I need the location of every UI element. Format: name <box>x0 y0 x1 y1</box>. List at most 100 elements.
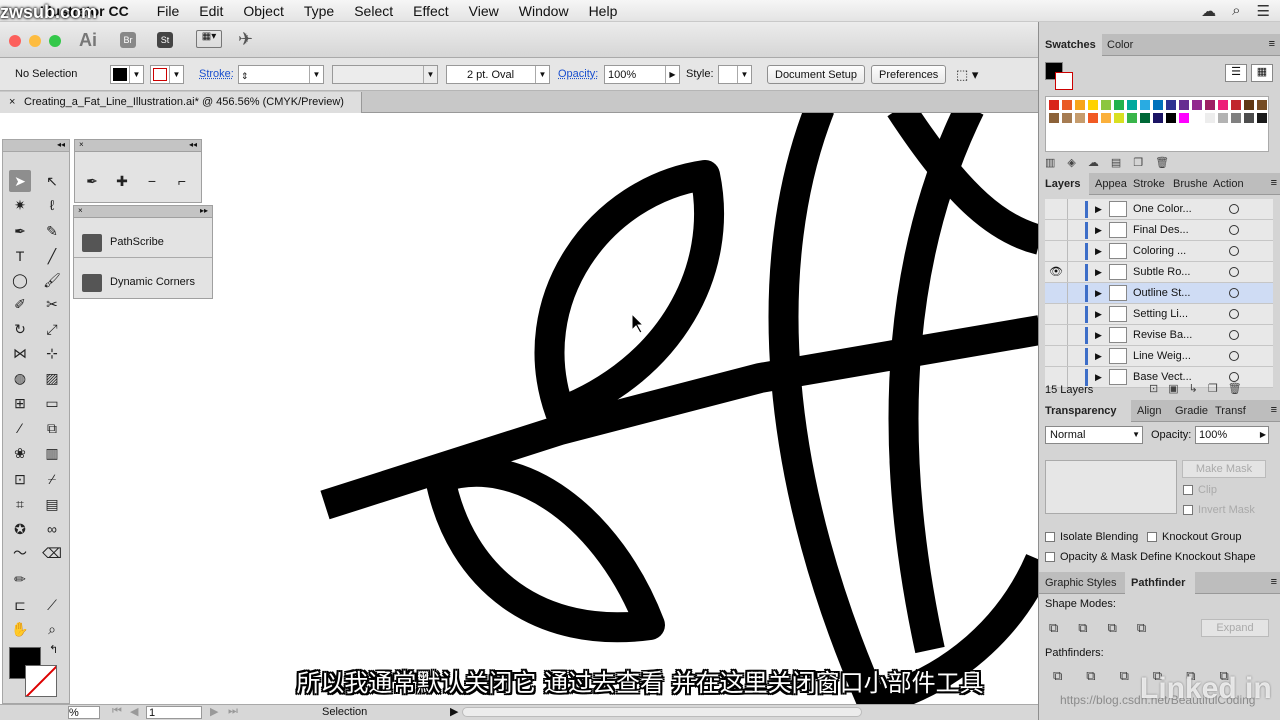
swatch-chip[interactable] <box>1113 112 1125 124</box>
align-options-icon[interactable]: ⬚ ▾ <box>956 65 978 84</box>
menu-help[interactable]: Help <box>589 3 618 19</box>
lock-toggle[interactable] <box>1067 283 1081 303</box>
expand-triangle-icon[interactable]: ▶ <box>1095 262 1102 283</box>
brush-definition-dropdown[interactable]: 2 pt. Oval ▼ <box>446 65 550 84</box>
swatch-chip[interactable] <box>1100 112 1112 124</box>
swatch-chip[interactable] <box>1243 99 1255 111</box>
document-tab[interactable]: × Creating_a_Fat_Line_Illustration.ai* @… <box>0 92 362 113</box>
tools-panel-header[interactable]: ◂◂ <box>3 140 69 152</box>
tab-actions[interactable]: Action <box>1207 173 1253 195</box>
swatch-chip[interactable] <box>1178 99 1190 111</box>
document-setup-button[interactable]: Document Setup <box>767 65 865 84</box>
pen-tool-icon[interactable]: ✒ <box>9 220 31 242</box>
blend-mode-dropdown[interactable]: Normal ▼ <box>1045 426 1143 444</box>
cc-libraries-icon[interactable]: ☁ <box>1088 157 1111 169</box>
magic-wand-tool-icon[interactable]: ✷ <box>9 194 31 216</box>
swatch-chip[interactable] <box>1191 99 1203 111</box>
graphic-style-dropdown[interactable]: ▼ <box>718 65 752 84</box>
thumbnail-view-icon[interactable]: ▦ <box>1251 64 1273 82</box>
swatch-chip[interactable] <box>1165 99 1177 111</box>
blob-brush-tool-icon[interactable]: ✐ <box>9 293 31 315</box>
variable-width-profile[interactable]: ▼ <box>332 65 438 84</box>
pen-tool-icon[interactable]: ✒ <box>81 170 103 192</box>
target-circle-icon[interactable] <box>1229 225 1239 235</box>
status-menu-arrow[interactable]: ▶ <box>450 705 458 718</box>
width-tool-icon[interactable]: ⋈ <box>9 342 31 364</box>
expand-triangle-icon[interactable]: ▶ <box>1095 325 1102 346</box>
menu-object[interactable]: Object <box>243 3 283 19</box>
minus-front-icon[interactable]: ⧉ <box>1078 620 1107 635</box>
menu-select[interactable]: Select <box>354 3 393 19</box>
delete-swatch-icon[interactable]: 🗑 <box>1155 157 1181 169</box>
tab-align[interactable]: Align <box>1131 400 1169 422</box>
tab-transparency[interactable]: Transparency <box>1039 400 1131 422</box>
opacity-field[interactable]: 100% ▶ <box>604 65 680 84</box>
new-layer-icon[interactable]: ❐ <box>1208 383 1228 395</box>
panel-menu-icon[interactable]: ≡ <box>1269 38 1275 50</box>
menu-file[interactable]: File <box>157 3 180 19</box>
anchor-point-tool-icon[interactable]: ⌐ <box>171 170 193 192</box>
expand-triangle-icon[interactable]: ▶ <box>1095 241 1102 262</box>
lock-toggle[interactable] <box>1067 304 1081 324</box>
tab-swatches[interactable]: Swatches <box>1039 34 1102 56</box>
layer-row[interactable]: ▶ Coloring ... <box>1045 241 1273 262</box>
ruler-tool-icon[interactable]: ▤ <box>41 493 63 515</box>
pathscribe-tool[interactable]: PathScribe <box>74 228 212 258</box>
target-circle-icon[interactable] <box>1229 267 1239 277</box>
swatch-chip[interactable] <box>1204 112 1216 124</box>
swatch-chip[interactable] <box>1152 112 1164 124</box>
swatch-chip[interactable] <box>1191 112 1203 124</box>
layer-row[interactable]: 👁 ▶ Subtle Ro... <box>1045 262 1273 283</box>
smooth-tool-icon[interactable]: 〜 <box>9 542 31 564</box>
clip-checkbox[interactable]: Clip <box>1183 484 1217 496</box>
menu-type[interactable]: Type <box>304 3 334 19</box>
lock-toggle[interactable] <box>1067 346 1081 366</box>
swatch-chip[interactable] <box>1113 99 1125 111</box>
invert-mask-checkbox[interactable]: Invert Mask <box>1183 504 1255 516</box>
panel-menu-icon[interactable]: ≡ <box>1271 404 1277 416</box>
symbol-sprayer-tool-icon[interactable]: ❀ <box>9 442 31 464</box>
swatch-kind-icon[interactable]: ◈ <box>1067 157 1087 169</box>
swatch-stroke-indicator[interactable] <box>1055 72 1073 90</box>
ellipse-tool-icon[interactable]: ◯ <box>9 269 31 291</box>
layer-name[interactable]: Revise Ba... <box>1133 325 1192 346</box>
swatch-chip[interactable] <box>1074 99 1086 111</box>
free-transform-tool-icon[interactable]: ⊹ <box>41 342 63 364</box>
target-circle-icon[interactable] <box>1229 288 1239 298</box>
target-circle-icon[interactable] <box>1229 204 1239 214</box>
zoom-level-field[interactable]: % <box>68 706 100 719</box>
close-window-button[interactable] <box>9 35 21 47</box>
swatch-chip[interactable] <box>1204 99 1216 111</box>
expand-triangle-icon[interactable]: ▶ <box>1095 199 1102 220</box>
hand-tool-icon[interactable]: ✋ <box>9 618 31 640</box>
layer-row[interactable]: ▶ Revise Ba... <box>1045 325 1273 346</box>
eyedropper-tool-icon[interactable]: ⁄ <box>9 417 31 439</box>
zoom-window-button[interactable] <box>49 35 61 47</box>
swap-fill-stroke-icon[interactable]: ↰ <box>49 643 58 656</box>
layer-name[interactable]: Setting Li... <box>1133 304 1188 325</box>
swatch-chip[interactable] <box>1217 112 1229 124</box>
lock-toggle[interactable] <box>1067 241 1081 261</box>
add-anchor-point-icon[interactable]: ✚ <box>111 170 133 192</box>
last-artboard-icon[interactable]: ⏭ <box>228 705 238 718</box>
gradient-tool-icon[interactable]: ▭ <box>41 392 63 414</box>
locate-object-icon[interactable]: ⊡ <box>1149 383 1168 395</box>
layer-name[interactable]: Line Weig... <box>1133 346 1191 367</box>
swatch-chip[interactable] <box>1061 112 1073 124</box>
widget-tools-panel-header[interactable]: × ▸▸ <box>74 206 212 218</box>
swatch-chip[interactable] <box>1256 99 1268 111</box>
tab-layers[interactable]: Layers <box>1039 173 1089 195</box>
layer-name[interactable]: Subtle Ro... <box>1133 262 1190 283</box>
tab-brushes[interactable]: Brushe <box>1167 173 1207 195</box>
new-sublayer-icon[interactable]: ↳ <box>1189 383 1208 395</box>
swatch-chip[interactable] <box>1165 112 1177 124</box>
dynamic-corners-tool[interactable]: Dynamic Corners <box>74 268 212 298</box>
layer-row[interactable]: ▶ Outline St... <box>1045 283 1273 304</box>
list-view-icon[interactable]: ☰ <box>1225 64 1247 82</box>
scale-tool-icon[interactable]: ⤢ <box>41 318 63 340</box>
selection-tool-icon[interactable]: ➤ <box>9 170 31 192</box>
lock-toggle[interactable] <box>1067 325 1081 345</box>
status-mode[interactable]: Selection <box>322 706 367 718</box>
scissors-tool-icon[interactable]: ✂ <box>41 293 63 315</box>
menu-effect[interactable]: Effect <box>413 3 449 19</box>
